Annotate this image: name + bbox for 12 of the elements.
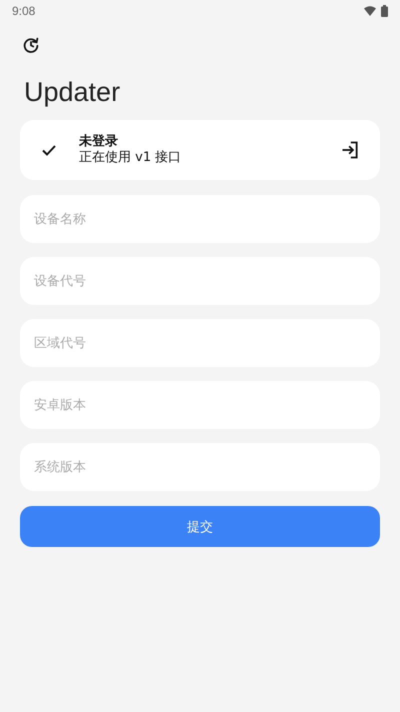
wifi-icon — [364, 6, 376, 16]
battery-icon — [381, 5, 388, 17]
input-field[interactable]: 安卓版本 — [20, 381, 380, 429]
submit-button[interactable]: 提交 — [20, 506, 380, 547]
input-field[interactable]: 设备名称 — [20, 195, 380, 243]
input-field[interactable]: 区域代号 — [20, 319, 380, 367]
input-field[interactable]: 设备代号 — [20, 257, 380, 305]
login-status: 未登录 — [79, 134, 119, 150]
input-field[interactable]: 系统版本 — [20, 443, 380, 491]
status-time: 9:08 — [12, 4, 36, 18]
api-version-text: 正在使用 v1 接口 — [79, 150, 182, 166]
app-title: Updater — [24, 76, 122, 109]
